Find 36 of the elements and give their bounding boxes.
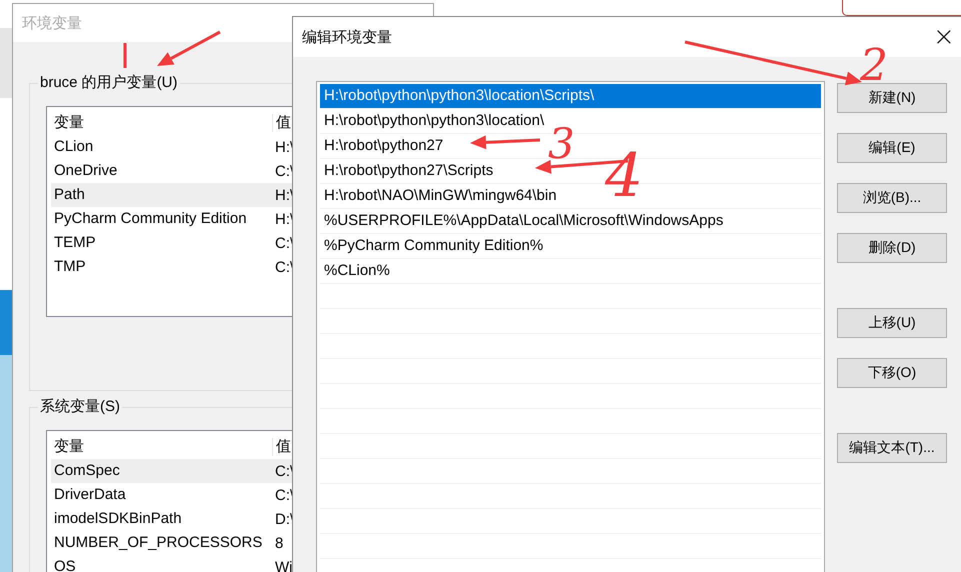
dialog-button[interactable]: 删除(D)	[837, 233, 947, 263]
group-label: 系统变量(S)	[38, 397, 122, 416]
column-header[interactable]: 值	[273, 437, 291, 456]
close-button[interactable]: ×	[933, 24, 961, 50]
dialog-button[interactable]: 编辑文本(T)...	[837, 433, 947, 463]
variable-name: CLion	[53, 138, 94, 156]
annotation-number: 3	[548, 119, 575, 168]
annotation-arrow	[470, 135, 540, 150]
dialog-title: 编辑环境变量	[302, 28, 392, 46]
variable-name: DriverData	[53, 486, 127, 504]
column-header[interactable]: 值	[273, 113, 291, 132]
variable-value: 8	[274, 534, 284, 552]
path-item[interactable]: %CLion%	[320, 259, 394, 283]
column-header[interactable]: 变量	[51, 114, 273, 132]
dialog-button[interactable]: 新建(N)	[837, 83, 947, 113]
dialog-button[interactable]: 下移(O)	[837, 358, 947, 388]
window-title: 环境变量	[22, 14, 82, 32]
column-header[interactable]: 变量	[51, 438, 273, 456]
variable-value: Wi	[274, 558, 292, 572]
annotation-number: 4	[605, 141, 644, 211]
variable-name: TEMP	[53, 234, 97, 252]
annotation-line	[124, 43, 126, 68]
dialog-button[interactable]: 编辑(E)	[837, 133, 947, 163]
variable-name: NUMBER_OF_PROCESSORS	[53, 534, 264, 552]
group-label: bruce 的用户变量(U)	[38, 73, 180, 92]
variable-name: OS	[53, 558, 77, 572]
annotation-arrow	[157, 30, 221, 66]
variable-name: imodelSDKBinPath	[53, 510, 183, 528]
variable-name: TMP	[53, 258, 87, 276]
dialog-button[interactable]: 上移(U)	[837, 308, 947, 338]
path-item[interactable]: H:\robot\python\python3\location\Scripts\	[320, 84, 821, 108]
variable-name: PyCharm Community Edition	[53, 210, 248, 228]
variable-name: OneDrive	[53, 162, 118, 180]
dialog-button[interactable]: 浏览(B)...	[837, 183, 947, 213]
variable-name: Path	[53, 186, 86, 204]
variable-name: ComSpec	[53, 462, 121, 480]
